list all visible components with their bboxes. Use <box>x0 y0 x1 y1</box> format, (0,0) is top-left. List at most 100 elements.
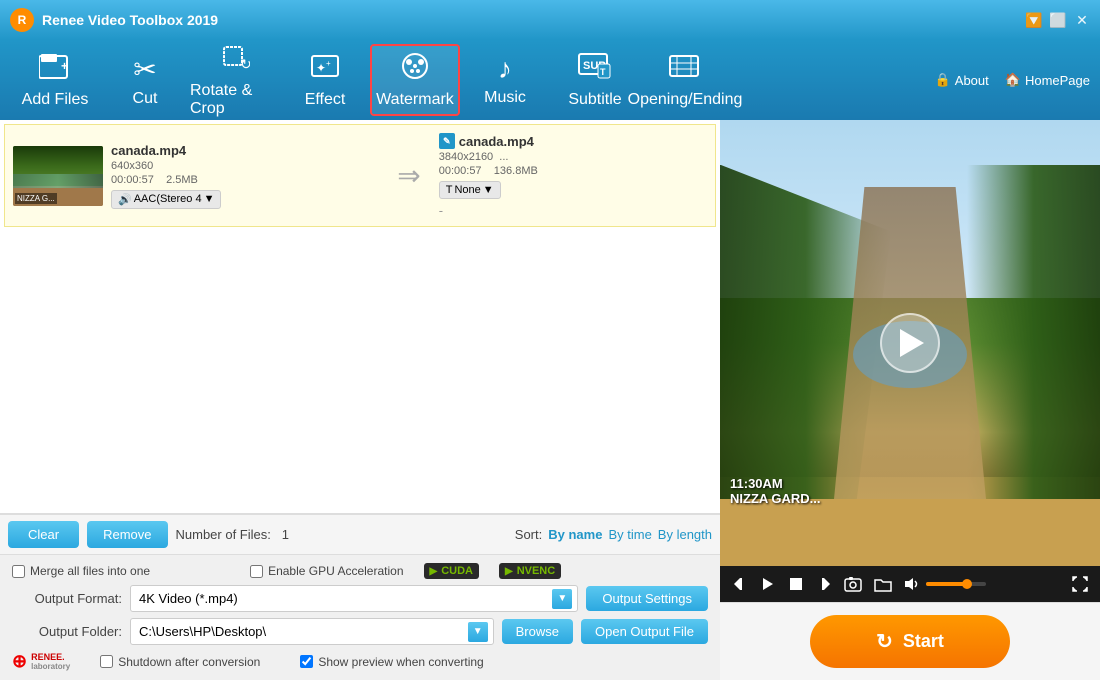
toolbar-effect[interactable]: ✦ + Effect <box>280 44 370 116</box>
toolbar-add-files-label: Add Files <box>22 91 89 109</box>
thumb-label: NIZZA G... <box>15 193 57 204</box>
home-icon: 🏠 <box>1005 72 1021 88</box>
toolbar-cut-label: Cut <box>133 90 158 108</box>
settings-row-1: Merge all files into one Enable GPU Acce… <box>12 563 708 579</box>
output-info: ✎ canada.mp4 3840x2160 ... 00:00:57 136.… <box>439 133 707 218</box>
toolbar-watermark-label: Watermark <box>376 91 454 109</box>
toolbar: + Add Files ✂ Cut ↻ Rotate & Crop ✦ + Ef… <box>0 40 1100 120</box>
about-button[interactable]: 🔒 About <box>935 72 989 88</box>
homepage-button[interactable]: 🏠 HomePage <box>1005 72 1090 88</box>
audio-dropdown-arrow: ▼ <box>204 193 215 205</box>
skip-forward-button[interactable] <box>814 574 834 594</box>
edit-icon: ✎ <box>439 133 455 149</box>
window-controls: 🔽 ⬜ ✕ <box>1026 12 1090 28</box>
toolbar-music[interactable]: ♪ Music <box>460 44 550 116</box>
volume-icon-button[interactable] <box>902 574 922 594</box>
sort-by-time[interactable]: By time <box>608 527 651 542</box>
app-logo: R <box>10 8 34 32</box>
play-button[interactable] <box>880 313 940 373</box>
svg-text:+: + <box>326 59 331 68</box>
minimize-button[interactable]: 🔽 <box>1026 12 1042 28</box>
file-duration-size: 00:00:57 2.5MB <box>111 174 379 186</box>
video-overlay: 11:30AM NIZZA GARD... <box>730 476 821 506</box>
browse-button[interactable]: Browse <box>502 619 573 644</box>
effect-icon: ✦ + <box>310 52 340 87</box>
cuda-badge: ▶ CUDA <box>424 563 479 579</box>
screenshot-button[interactable] <box>842 574 864 594</box>
output-text-row: T None ▼ <box>439 181 707 199</box>
gpu-checkbox-label[interactable]: Enable GPU Acceleration <box>250 564 403 578</box>
toolbar-cut[interactable]: ✂ Cut <box>100 44 190 116</box>
file-name: canada.mp4 <box>111 143 379 158</box>
gpu-checkbox[interactable] <box>250 565 263 578</box>
video-preview: 11:30AM NIZZA GARD... <box>720 120 1100 566</box>
fullscreen-button[interactable] <box>1070 574 1090 594</box>
svg-text:+: + <box>61 59 68 73</box>
lock-icon: 🔒 <box>935 72 951 88</box>
toolbar-rotate-crop[interactable]: ↻ Rotate & Crop <box>190 44 280 116</box>
conversion-arrow: ⇒ <box>387 159 430 192</box>
folder-button[interactable] <box>872 574 894 594</box>
audio-selector[interactable]: 🔊 AAC(Stereo 4 ▼ <box>111 190 221 209</box>
text-dropdown-arrow: ▼ <box>483 184 494 196</box>
output-duration-size: 00:00:57 136.8MB <box>439 165 707 177</box>
merge-checkbox[interactable] <box>12 565 25 578</box>
play-pause-button[interactable] <box>758 574 778 594</box>
toolbar-opening-ending[interactable]: Opening/Ending <box>640 44 730 116</box>
svg-text:T: T <box>600 67 606 77</box>
output-format-row: Output Format: 4K Video (*.mp4) ▼ Output… <box>12 585 708 612</box>
output-format-select[interactable]: 4K Video (*.mp4) <box>130 585 578 612</box>
arrow-right-icon: ⇒ <box>397 159 420 192</box>
svg-text:↻: ↻ <box>240 56 250 71</box>
maximize-button[interactable]: ⬜ <box>1050 12 1066 28</box>
bottom-bar: Clear Remove Number of Files: 1 Sort: By… <box>0 514 720 554</box>
output-filename: ✎ canada.mp4 <box>439 133 707 149</box>
output-extra: - <box>439 203 707 218</box>
toolbar-subtitle-label: Subtitle <box>568 91 621 109</box>
volume-knob <box>962 579 972 589</box>
file-info: canada.mp4 640x360 00:00:57 2.5MB 🔊 AAC(… <box>111 143 379 209</box>
output-folder-select[interactable]: C:\Users\HP\Desktop\ <box>130 618 494 645</box>
toolbar-rotate-crop-label: Rotate & Crop <box>190 82 280 118</box>
toolbar-add-files[interactable]: + Add Files <box>10 44 100 116</box>
volume-bar[interactable] <box>926 582 986 586</box>
toolbar-subtitle[interactable]: SUB T Subtitle <box>550 44 640 116</box>
watermark-icon <box>399 52 431 87</box>
output-folder-select-wrap: C:\Users\HP\Desktop\ ▼ <box>130 618 494 645</box>
opening-ending-icon <box>669 52 701 87</box>
show-preview-checkbox[interactable] <box>300 655 313 668</box>
text-selector[interactable]: T None ▼ <box>439 181 501 199</box>
start-button[interactable]: ↻ Start <box>810 615 1010 668</box>
settings-row-3: ⊕ RENEE. laboratory Shutdown after conve… <box>12 651 708 672</box>
close-button[interactable]: ✕ <box>1074 12 1090 28</box>
settings-area: Merge all files into one Enable GPU Acce… <box>0 554 720 680</box>
shutdown-checkbox[interactable] <box>100 655 113 668</box>
output-format-label: Output Format: <box>12 591 122 606</box>
toolbar-watermark[interactable]: Watermark <box>370 44 460 116</box>
text-icon: T <box>446 184 453 196</box>
merge-checkbox-label[interactable]: Merge all files into one <box>12 564 150 578</box>
left-panel: NIZZA G... canada.mp4 640x360 00:00:57 2… <box>0 120 720 680</box>
file-resolution: 640x360 <box>111 160 379 172</box>
open-output-button[interactable]: Open Output File <box>581 619 708 644</box>
stop-button[interactable] <box>786 574 806 594</box>
file-count-label: Number of Files: 1 <box>176 527 289 542</box>
show-preview-checkbox-label[interactable]: Show preview when converting <box>300 655 483 669</box>
nvenc-badge: ▶ NVENC <box>499 563 561 579</box>
output-settings-button[interactable]: Output Settings <box>586 586 708 611</box>
cut-icon: ✂ <box>133 53 156 86</box>
title-bar: R Renee Video Toolbox 2019 🔽 ⬜ ✕ <box>0 0 1100 40</box>
remove-button[interactable]: Remove <box>87 521 167 548</box>
speaker-icon: 🔊 <box>118 193 132 206</box>
sort-by-length[interactable]: By length <box>658 527 712 542</box>
shutdown-checkbox-label[interactable]: Shutdown after conversion <box>100 655 260 669</box>
output-format-select-wrap: 4K Video (*.mp4) ▼ <box>130 585 578 612</box>
output-folder-label: Output Folder: <box>12 624 122 639</box>
subtitle-icon: SUB T <box>578 52 612 87</box>
sort-by-name[interactable]: By name <box>548 527 602 542</box>
start-icon: ↻ <box>876 629 893 654</box>
volume-control <box>902 574 986 594</box>
clear-button[interactable]: Clear <box>8 521 79 548</box>
skip-back-button[interactable] <box>730 574 750 594</box>
output-folder-row: Output Folder: C:\Users\HP\Desktop\ ▼ Br… <box>12 618 708 645</box>
